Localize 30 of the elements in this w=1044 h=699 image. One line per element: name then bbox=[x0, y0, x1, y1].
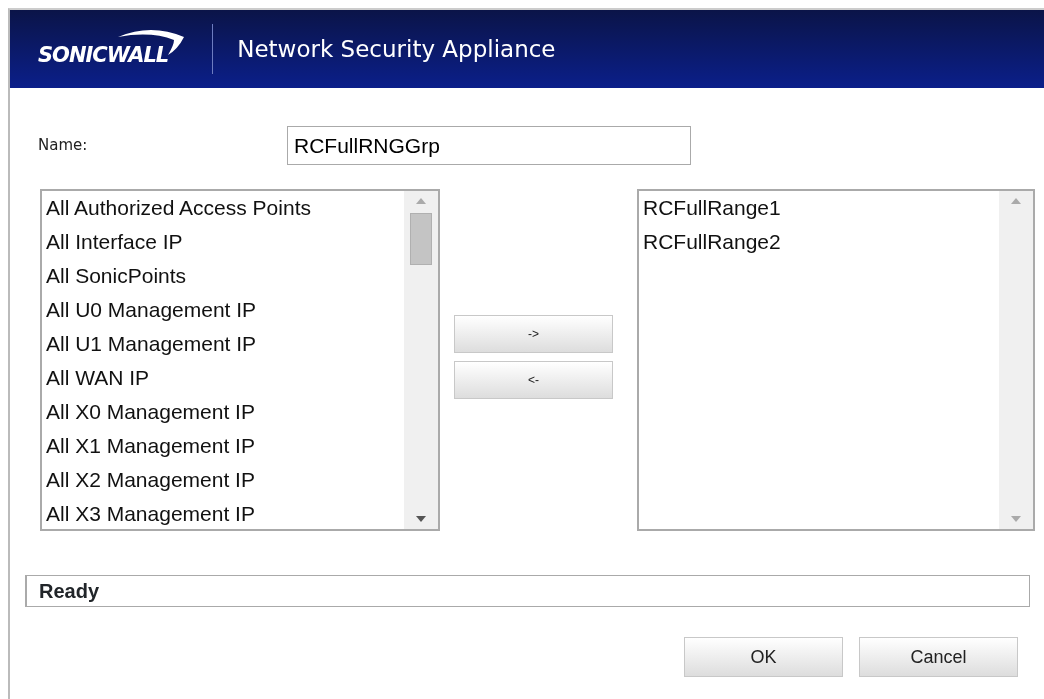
list-item[interactable]: All Interface IP bbox=[46, 225, 183, 259]
list-item[interactable]: All X2 Management IP bbox=[46, 463, 255, 497]
list-item[interactable]: RCFullRange1 bbox=[643, 191, 781, 225]
name-label: Name: bbox=[38, 135, 89, 157]
app-title: Network Security Appliance bbox=[237, 34, 556, 64]
selected-listbox[interactable]: RCFullRange1 RCFullRange2 bbox=[637, 189, 1035, 531]
scrollbar[interactable] bbox=[999, 191, 1033, 529]
add-button[interactable]: -> bbox=[454, 315, 613, 353]
list-item[interactable]: All X1 Management IP bbox=[46, 429, 255, 463]
cancel-button[interactable]: Cancel bbox=[859, 637, 1018, 677]
list-item[interactable]: All U0 Management IP bbox=[46, 293, 257, 327]
list-item[interactable]: All SonicPoints bbox=[46, 259, 187, 293]
ok-button[interactable]: OK bbox=[684, 637, 843, 677]
list-item[interactable]: All X0 Management IP bbox=[46, 395, 255, 429]
logo: SONICWALL bbox=[38, 27, 187, 71]
scroll-down-icon bbox=[1010, 515, 1022, 523]
scroll-up-icon bbox=[415, 197, 427, 205]
name-field[interactable]: RCFullRNGGrp bbox=[287, 126, 691, 165]
list-item[interactable]: All Authorized Access Points bbox=[46, 191, 311, 225]
remove-button[interactable]: <- bbox=[454, 361, 613, 399]
status-bar: Ready bbox=[25, 575, 1030, 607]
scrollbar[interactable] bbox=[404, 191, 438, 529]
scroll-up-icon bbox=[1010, 197, 1022, 205]
list-item[interactable]: All WAN IP bbox=[46, 361, 150, 395]
list-item[interactable]: All U1 Management IP bbox=[46, 327, 257, 361]
available-listbox[interactable]: All Authorized Access Points All Interface IP All SonicPoints All U0 Management IP All U1 Management IP All WAN IP All X0 Management IP All X1 Management IP All X2 Management IP All X3 Management IP bbox=[40, 189, 440, 531]
list-item[interactable]: All X3 Management IP bbox=[46, 497, 255, 531]
scroll-thumb[interactable] bbox=[410, 213, 432, 265]
scroll-down-icon bbox=[415, 515, 427, 523]
list-item[interactable]: RCFullRange2 bbox=[643, 225, 781, 259]
